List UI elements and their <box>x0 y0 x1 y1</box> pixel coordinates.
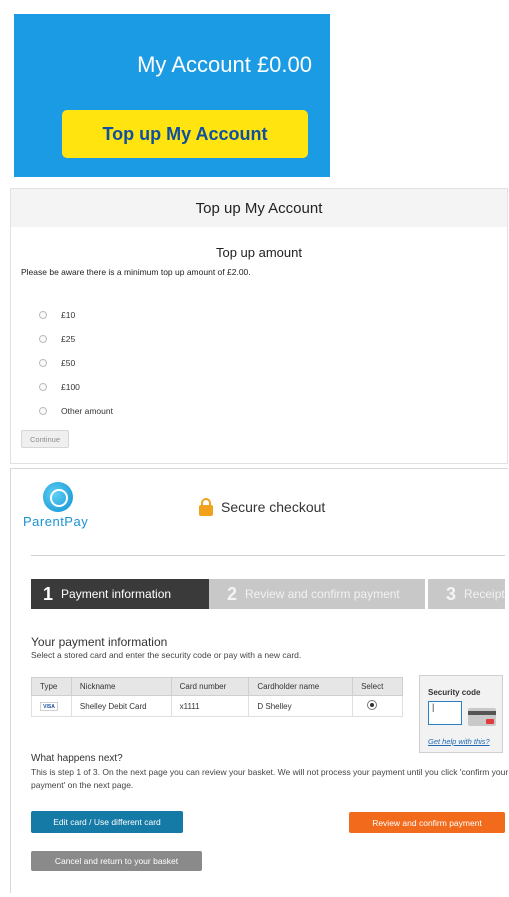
parentpay-logo: ParentPay <box>23 482 93 536</box>
cancel-return-button[interactable]: Cancel and return to your basket <box>31 851 202 871</box>
column-header: Card number <box>170 677 250 696</box>
column-header: Nickname <box>70 677 172 696</box>
amount-option-100[interactable]: £100 <box>39 375 113 399</box>
amount-option-label: £10 <box>61 310 76 320</box>
edit-card-button[interactable]: Edit card / Use different card <box>31 811 183 833</box>
column-header: Type <box>31 677 72 696</box>
step-receipt: 3 Receipt <box>425 579 505 609</box>
step-number: 2 <box>227 583 238 604</box>
step-label: Review and confirm payment <box>245 587 400 601</box>
parentpay-globe-icon <box>43 482 73 512</box>
step-label: Payment information <box>61 587 172 601</box>
security-code-box: Security code | Get help with this? <box>419 675 503 753</box>
amount-option-50[interactable]: £50 <box>39 351 113 375</box>
divider <box>31 555 505 556</box>
step-number: 3 <box>446 583 457 604</box>
what-happens-next-text: This is step 1 of 3. On the next page yo… <box>31 767 509 790</box>
step-number: 1 <box>43 583 54 604</box>
column-header: Select <box>352 677 403 696</box>
amount-option-10[interactable]: £10 <box>39 303 113 327</box>
radio-icon[interactable] <box>39 311 47 319</box>
amount-option-label: £50 <box>61 358 76 368</box>
cardholder-name: D Shelley <box>248 695 354 717</box>
amount-option-25[interactable]: £25 <box>39 327 113 351</box>
top-up-account-button[interactable]: Top up My Account <box>62 110 308 158</box>
brand-name: ParentPay <box>23 514 89 529</box>
account-balance: My Account £0.00 <box>137 52 312 77</box>
radio-icon[interactable] <box>39 359 47 367</box>
what-happens-next-title: What happens next? <box>31 753 123 764</box>
continue-button[interactable]: Continue <box>21 430 69 448</box>
table-row[interactable]: VISA Shelley Debit Card x1111 D Shelley <box>31 695 403 717</box>
minimum-amount-notice: Please be aware there is a minimum top u… <box>21 267 251 277</box>
top-up-panel: Top up My Account Top up amount Please b… <box>10 188 508 464</box>
security-code-input[interactable]: | <box>428 701 462 725</box>
step-review-confirm: 2 Review and confirm payment <box>209 579 425 609</box>
card-back-icon <box>468 708 496 726</box>
payment-info-subtitle: Select a stored card and enter the secur… <box>31 650 302 660</box>
account-banner: My Account £0.00 Top up My Account <box>14 14 330 177</box>
checkout-panel: ParentPay Secure checkout 1 Payment info… <box>10 468 508 893</box>
card-type-cell: VISA <box>31 695 72 717</box>
payment-info-title: Your payment information <box>31 635 168 649</box>
top-up-heading: Top up My Account <box>11 189 507 227</box>
select-cell[interactable] <box>352 695 403 717</box>
visa-icon: VISA <box>40 702 58 711</box>
security-code-label: Security code <box>428 688 481 697</box>
card-number: x1111 <box>170 695 250 717</box>
top-up-amount-title: Top up amount <box>215 245 302 260</box>
card-nickname: Shelley Debit Card <box>70 695 172 717</box>
amount-option-label: Other amount <box>61 406 113 416</box>
table-header-row: Type Nickname Card number Cardholder nam… <box>31 677 403 696</box>
amount-option-label: £100 <box>61 382 80 392</box>
radio-icon[interactable] <box>39 383 47 391</box>
amount-option-other[interactable]: Other amount <box>39 399 113 423</box>
radio-icon[interactable] <box>39 407 47 415</box>
checkout-steps: 1 Payment information 2 Review and confi… <box>31 579 505 609</box>
column-header: Cardholder name <box>248 677 354 696</box>
security-help-link[interactable]: Get help with this? <box>428 737 490 746</box>
padlock-icon <box>199 498 213 516</box>
secure-checkout-label: Secure checkout <box>221 499 326 515</box>
amount-option-label: £25 <box>61 334 76 344</box>
selected-radio-icon[interactable] <box>367 700 378 710</box>
amount-options: £10 £25 £50 £100 Other amount <box>39 303 113 423</box>
stored-cards-table: Type Nickname Card number Cardholder nam… <box>31 677 403 717</box>
radio-icon[interactable] <box>39 335 47 343</box>
review-confirm-button[interactable]: Review and confirm payment <box>349 812 505 833</box>
step-payment-information: 1 Payment information <box>31 579 209 609</box>
step-label: Receipt <box>464 587 505 601</box>
